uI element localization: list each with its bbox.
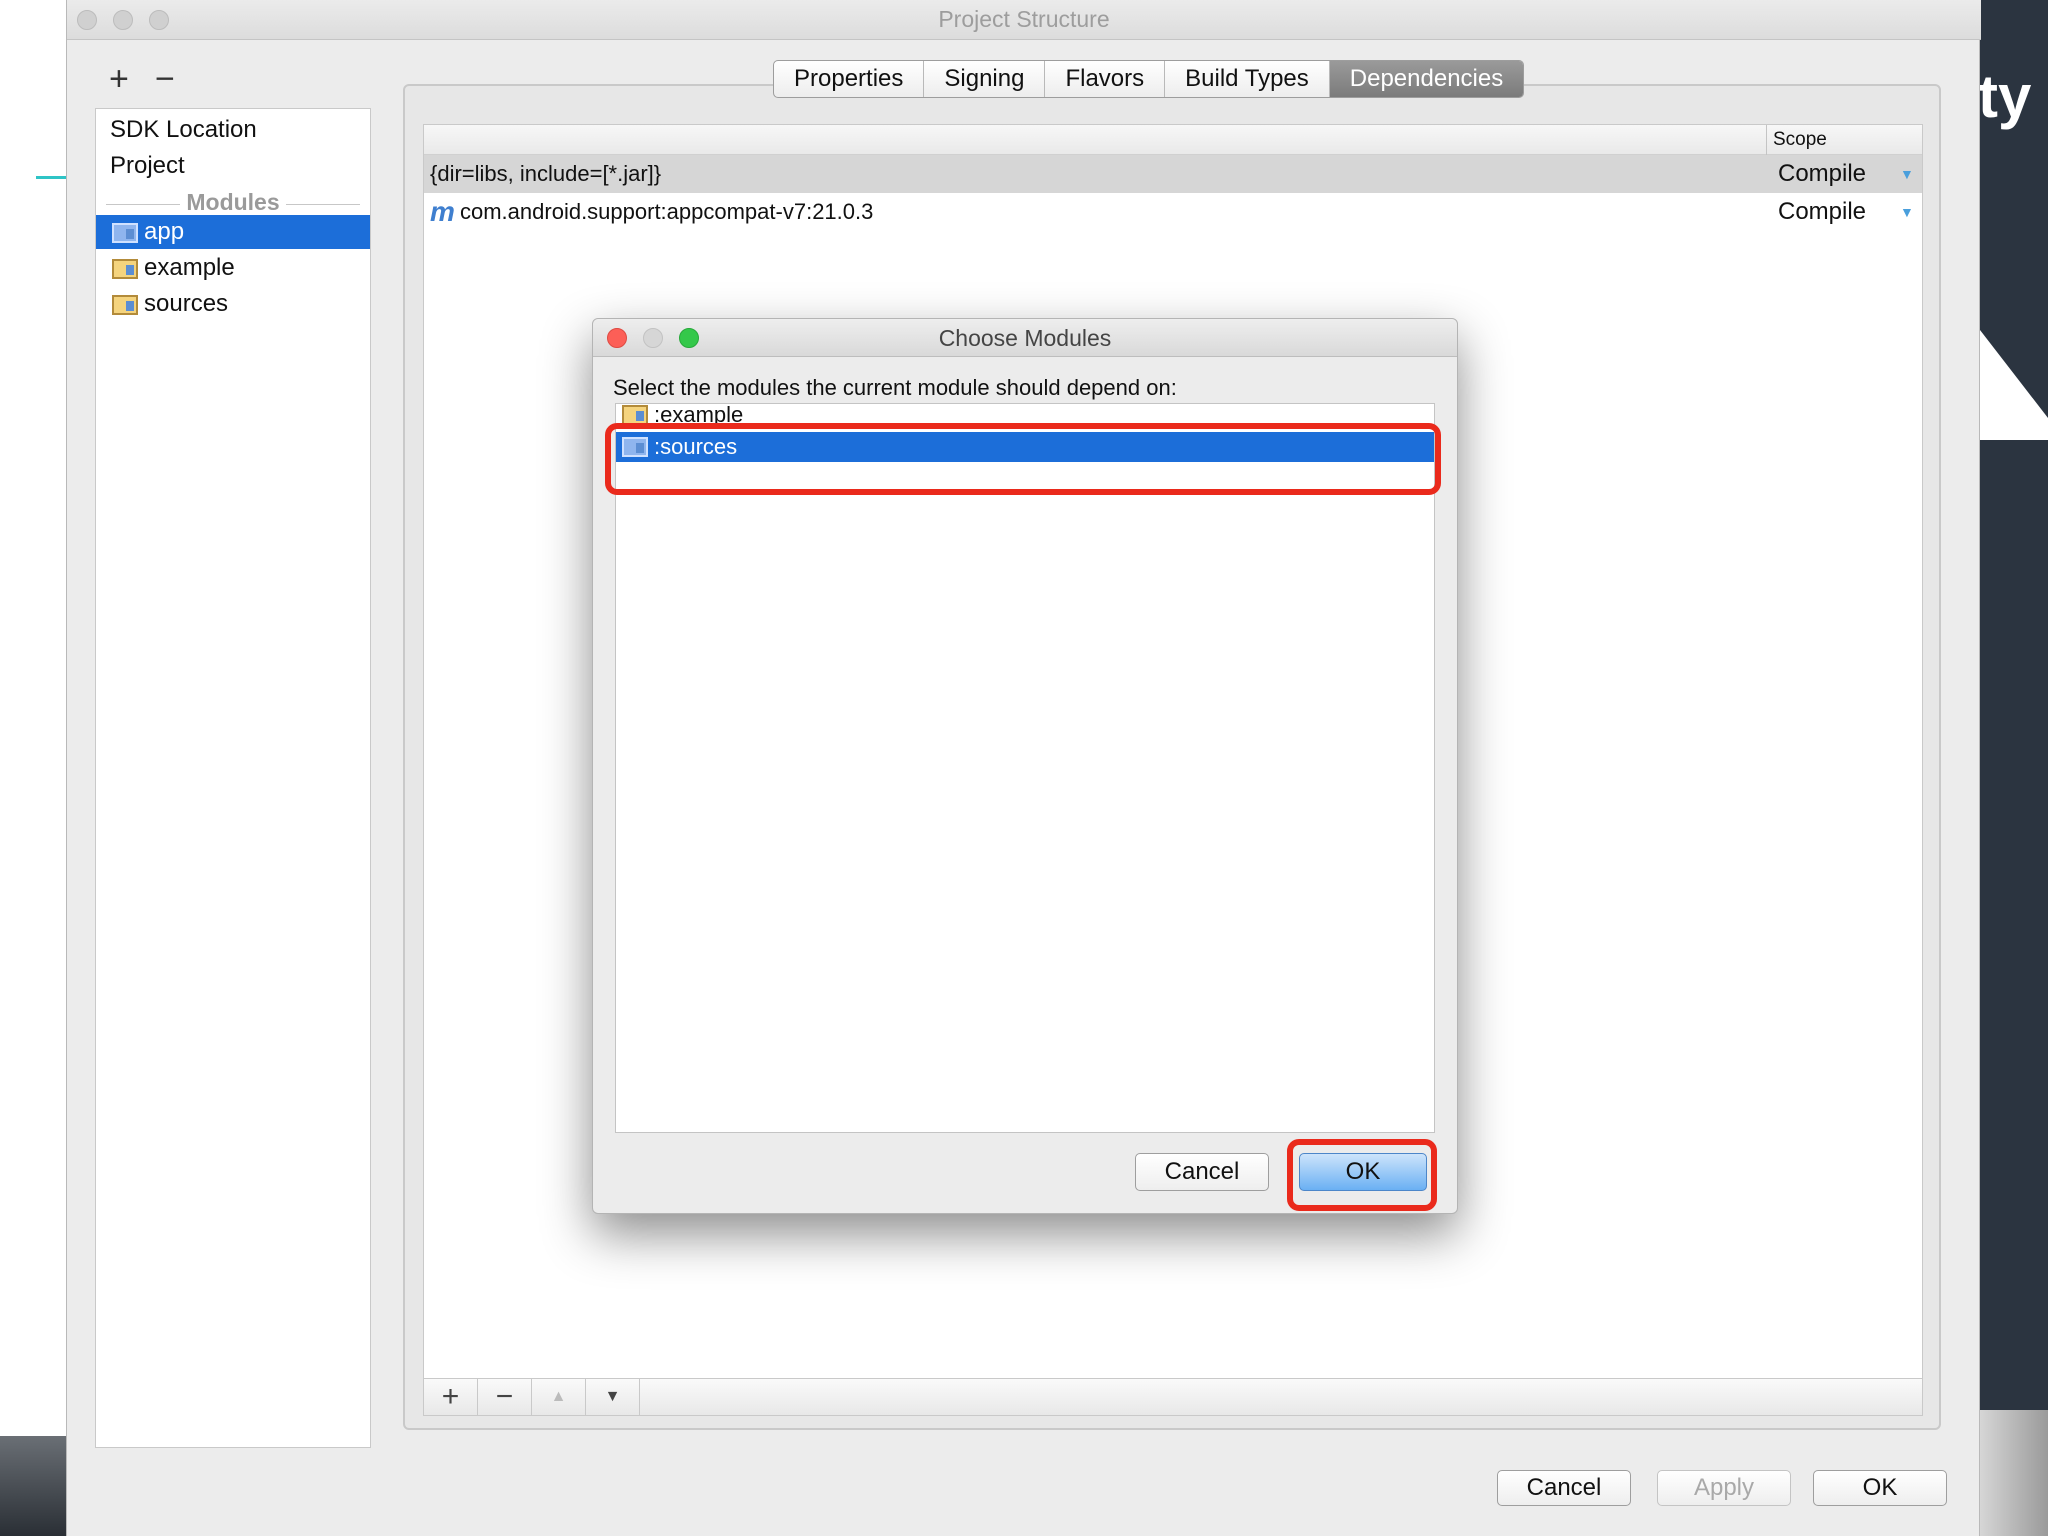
background-slide-left: [0, 0, 66, 1536]
module-folder-icon: [112, 223, 138, 243]
tab-signing[interactable]: Signing: [924, 61, 1046, 97]
cancel-button[interactable]: Cancel: [1497, 1470, 1631, 1506]
apply-button[interactable]: Apply: [1657, 1470, 1791, 1506]
sidebar-item-app[interactable]: app: [96, 215, 370, 249]
choose-modules-dialog: Choose Modules Select the modules the cu…: [592, 318, 1458, 1214]
module-folder-icon: [112, 259, 138, 279]
background-slide-text: ty: [1978, 63, 2032, 130]
table-header: Scope: [424, 125, 1922, 155]
library-module-icon: [112, 295, 138, 315]
move-down-icon[interactable]: ▼: [586, 1379, 640, 1415]
tab-flavors[interactable]: Flavors: [1045, 61, 1166, 97]
sidebar-item-label: sources: [144, 290, 229, 317]
move-up-icon[interactable]: ▲: [532, 1379, 586, 1415]
highlight-annotation-ok: [1287, 1139, 1437, 1211]
module-list: :example :sources: [615, 403, 1435, 1133]
sidebar-item-example[interactable]: example: [96, 251, 370, 285]
add-module-button[interactable]: +: [109, 62, 129, 96]
scope-column-header[interactable]: Scope: [1766, 125, 1827, 155]
dialog-title: Choose Modules: [938, 325, 1112, 351]
ok-button[interactable]: OK: [1813, 1470, 1947, 1506]
sidebar-item-label: app: [144, 218, 185, 245]
sidebar: SDK Location Project Modules app example…: [95, 108, 371, 1448]
background-accent-line: [36, 176, 66, 179]
dependency-name: {dir=libs, include=[*.jar]}: [430, 161, 662, 186]
highlight-annotation-selection: [605, 423, 1441, 495]
add-dependency-button[interactable]: +: [424, 1379, 478, 1415]
module-tabs: Properties Signing Flavors Build Types D…: [773, 60, 1525, 98]
dialog-prompt: Select the modules the current module sh…: [613, 375, 1177, 400]
dependency-scope[interactable]: Compile: [1778, 155, 1866, 193]
dependencies-toolbar: + − ▲ ▼: [423, 1378, 1923, 1416]
scope-dropdown-icon[interactable]: ▼: [1900, 155, 1914, 193]
sidebar-item-label: example: [144, 254, 235, 281]
window-titlebar: Project Structure: [67, 0, 1981, 40]
background-slide-bottom-right: [1980, 1410, 2048, 1536]
background-slide-bottom-left: [0, 1436, 68, 1536]
window-title: Project Structure: [938, 6, 1110, 32]
remove-module-button[interactable]: −: [155, 62, 175, 96]
dialog-cancel-button[interactable]: Cancel: [1135, 1153, 1269, 1191]
tab-properties[interactable]: Properties: [774, 61, 925, 97]
table-row[interactable]: {dir=libs, include=[*.jar]} Compile ▼: [424, 155, 1922, 193]
scope-dropdown-icon[interactable]: ▼: [1900, 193, 1914, 231]
tab-build-types[interactable]: Build Types: [1165, 61, 1330, 97]
dialog-titlebar: Choose Modules: [593, 319, 1457, 357]
tab-dependencies[interactable]: Dependencies: [1329, 61, 1524, 97]
sidebar-item-project[interactable]: Project: [96, 149, 370, 183]
table-row[interactable]: m com.android.support:appcompat-v7:21.0.…: [424, 193, 1922, 231]
sidebar-item-sources[interactable]: sources: [96, 287, 370, 321]
background-slide-right: [1980, 0, 2048, 1536]
dependency-name: com.android.support:appcompat-v7:21.0.3: [460, 199, 874, 224]
remove-dependency-button[interactable]: −: [478, 1379, 532, 1415]
sidebar-item-sdk-location[interactable]: SDK Location: [96, 113, 370, 147]
dependency-scope[interactable]: Compile: [1778, 193, 1866, 231]
module-folder-icon: [622, 405, 648, 425]
maven-library-icon: m: [430, 196, 455, 227]
modules-header-label: Modules: [180, 189, 286, 215]
